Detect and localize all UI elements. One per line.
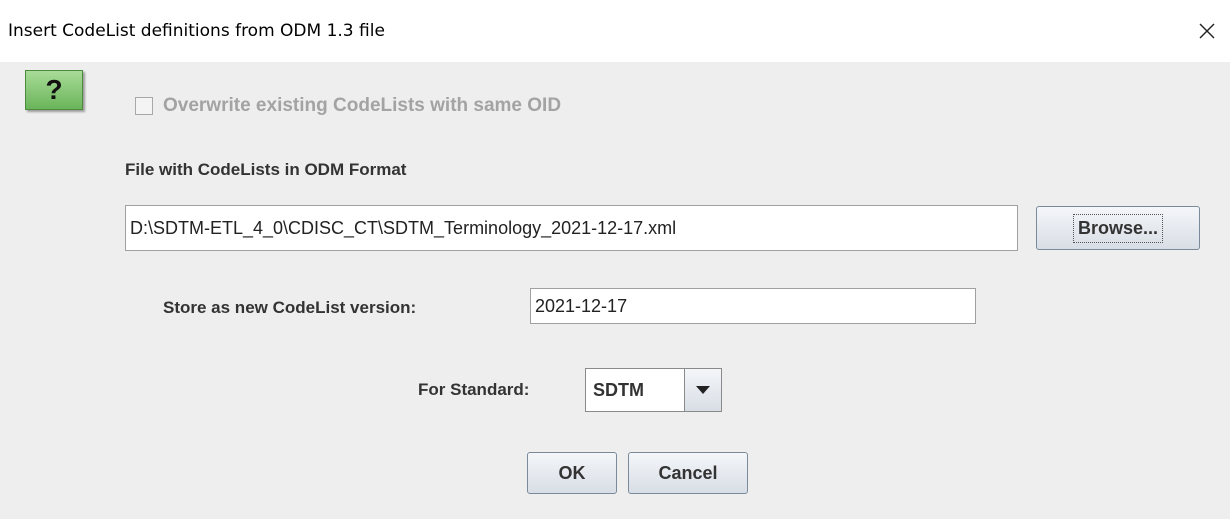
cancel-button-label: Cancel [658, 462, 718, 483]
combo-arrow-button[interactable] [684, 369, 721, 411]
window-title: Insert CodeList definitions from ODM 1.3… [8, 21, 385, 41]
file-path-input[interactable]: D:\SDTM-ETL_4_0\CDISC_CT\SDTM_Terminolog… [125, 205, 1018, 251]
ok-button[interactable]: OK [527, 452, 617, 494]
close-icon [1199, 23, 1215, 39]
overwrite-checkbox-label: Overwrite existing CodeLists with same O… [163, 95, 562, 116]
version-label: Store as new CodeList version: [163, 298, 417, 317]
help-question-icon: ? [25, 70, 83, 110]
browse-button[interactable]: Browse... [1036, 206, 1200, 250]
triangle-down-icon [696, 386, 710, 394]
file-label: File with CodeLists in ODM Format [125, 160, 407, 179]
version-input[interactable]: 2021-12-17 [530, 288, 976, 324]
standard-label: For Standard: [418, 380, 530, 399]
standard-select[interactable]: SDTM [585, 368, 722, 412]
help-glyph: ? [45, 74, 63, 105]
overwrite-checkbox-row: Overwrite existing CodeLists with same O… [135, 94, 561, 118]
ok-button-label: OK [558, 462, 586, 483]
title-bar: Insert CodeList definitions from ODM 1.3… [0, 0, 1230, 62]
standard-selected-value: SDTM [593, 379, 644, 400]
cancel-button[interactable]: Cancel [628, 452, 748, 494]
overwrite-checkbox[interactable] [135, 97, 153, 115]
browse-button-label: Browse... [1072, 213, 1164, 243]
close-button[interactable] [1190, 14, 1224, 48]
